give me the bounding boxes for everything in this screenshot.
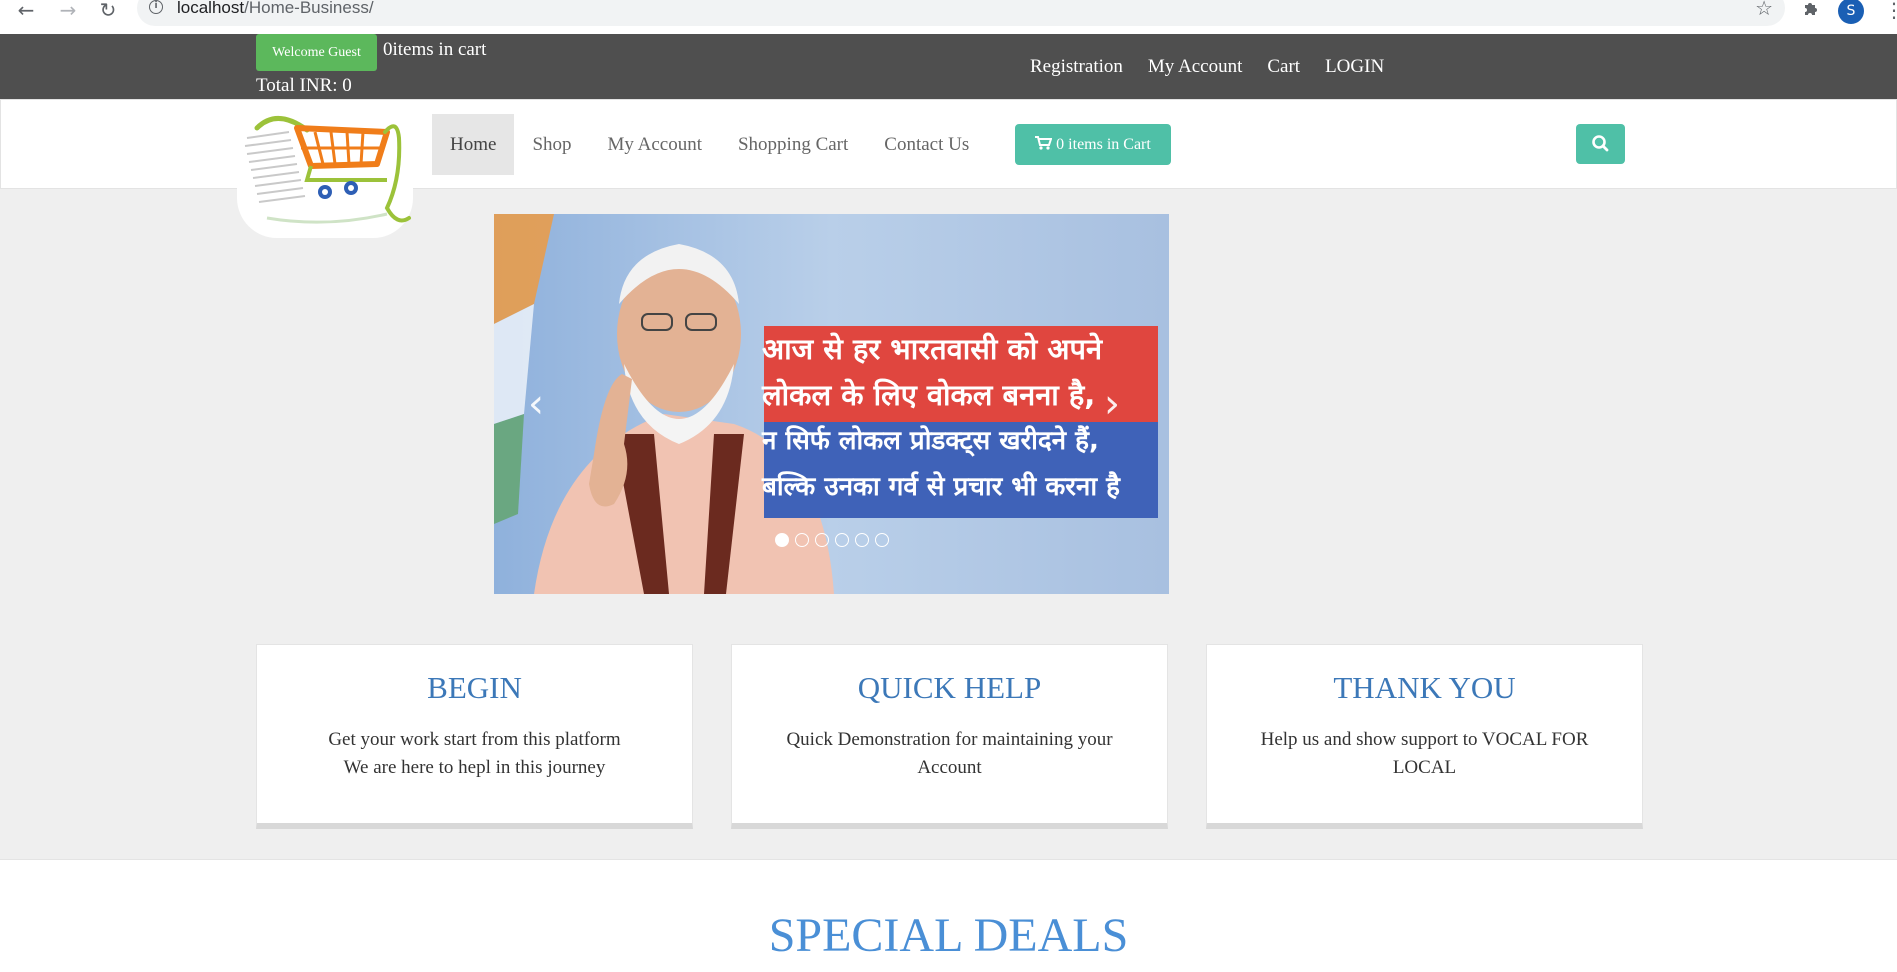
browser-toolbar: ← → ↻ i localhost/Home-Business/ ☆ S ⋮ [0,0,1897,34]
carousel-indicators [775,533,889,547]
special-deals-heading: SPECIAL DEALS [768,909,1129,962]
nav-shop[interactable]: Shop [514,114,589,175]
login-link[interactable]: LOGIN [1325,56,1384,78]
cart-button-label: 0 items in Cart [1056,136,1151,153]
banner-line: लोकल के लिए वोकल बनना है, [762,378,1096,412]
nav-shopping-cart[interactable]: Shopping Cart [720,114,866,175]
carousel-dot[interactable] [855,533,869,547]
feature-text: Quick Demonstration for maintaining your… [786,729,1113,778]
nav-home[interactable]: Home [432,114,515,175]
address-bar[interactable]: i localhost/Home-Business/ ☆ [137,0,1785,26]
browser-menu-icon[interactable]: ⋮ [1884,0,1897,22]
nav-my-account[interactable]: My Account [590,114,720,175]
carousel-dot[interactable] [815,533,829,547]
special-deals-section: SPECIAL DEALS [0,859,1897,972]
extensions-puzzle-icon[interactable] [1800,0,1822,22]
cart-item-count: 0items in cart [383,39,487,60]
cart-link[interactable]: Cart [1267,56,1300,78]
search-icon [1592,135,1609,152]
feature-text-line: We are here to hepl in this journey [343,757,606,778]
feature-title: BEGIN [427,670,522,705]
banner-line: बल्कि उनका गर्व से प्रचार भी करना है [762,472,1120,502]
carousel-next-chevron-icon[interactable]: › [1104,384,1120,424]
registration-link[interactable]: Registration [1030,56,1123,78]
shopping-cart-logo[interactable] [237,108,413,238]
feature-box-thank-you: THANK YOU Help us and show support to VO… [1206,644,1643,829]
feature-box-quick-help: QUICK HELP Quick Demonstration for maint… [731,644,1168,829]
reload-icon[interactable]: ↻ [96,0,120,22]
feature-title: THANK YOU [1333,670,1516,705]
cart-icon [1035,136,1053,150]
banner-line: न सिर्फ लोकल प्रोडक्ट्स खरीदने हैं, [762,426,1099,456]
main-menu: Home Shop My Account Shopping Cart Conta… [432,114,987,175]
banner-line: आज से हर भारतवासी को अपने [762,332,1103,366]
feature-title: QUICK HELP [857,670,1042,705]
carousel-dot[interactable] [875,533,889,547]
cart-total: Total INR: 0 [256,75,352,96]
feature-text-line: Get your work start from this platform [328,729,621,750]
feature-box-begin: BEGIN Get your work start from this plat… [256,644,693,829]
welcome-guest-button[interactable]: Welcome Guest [256,34,377,71]
address-url[interactable]: localhost/Home-Business/ [177,0,374,18]
banner-text: आज से हर भारतवासी को अपने लोकल के लिए वो… [762,326,1156,510]
url-path: /Home-Business/ [244,0,374,17]
feature-text: Help us and show support to VOCAL FOR LO… [1260,729,1589,778]
feature-text: Get your work start from this platform W… [287,726,662,782]
cart-button[interactable]: 0 items in Cart [1015,124,1171,165]
my-account-link[interactable]: My Account [1148,56,1242,78]
profile-avatar[interactable]: S [1838,0,1864,24]
bookmark-star-icon[interactable]: ☆ [1755,0,1773,20]
carousel-dot[interactable] [835,533,849,547]
top-bar: Welcome Guest 0items in cart Total INR: … [0,34,1897,99]
carousel-dot[interactable] [795,533,809,547]
site-info-icon[interactable]: i [149,0,163,14]
forward-arrow-icon[interactable]: → [56,0,80,22]
top-links: Registration My Account Cart LOGIN [1030,56,1384,78]
search-button[interactable] [1576,124,1625,164]
nav-contact-us[interactable]: Contact Us [866,114,987,175]
url-host: localhost [177,0,245,17]
carousel-dot[interactable] [775,533,789,547]
back-arrow-icon[interactable]: ← [14,0,38,22]
hero-carousel[interactable]: आज से हर भारतवासी को अपने लोकल के लिए वो… [494,214,1169,594]
carousel-prev-chevron-icon[interactable]: ‹ [528,384,544,424]
